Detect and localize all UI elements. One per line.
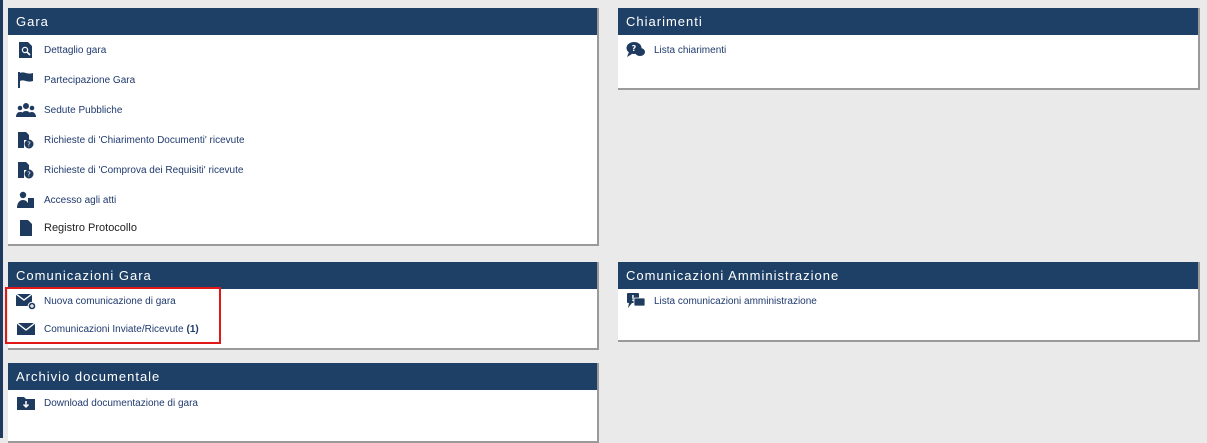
link-label: Partecipazione Gara (44, 74, 136, 86)
panel-gara: Gara Dettaglio gara Partecipazione Gara … (8, 8, 599, 246)
link-sedute-pubbliche[interactable]: Sedute Pubbliche (16, 99, 122, 121)
link-label: Lista chiarimenti (654, 44, 727, 56)
magnifier-document-icon (16, 40, 36, 60)
left-border (0, 0, 3, 438)
highlight-box (5, 287, 221, 344)
users-group-icon (16, 100, 36, 120)
svg-text:?: ? (632, 44, 637, 53)
svg-text:!: ! (631, 294, 635, 303)
link-label: Richieste di 'Comprova dei Requisiti' ri… (44, 164, 244, 176)
user-document-icon (16, 190, 36, 210)
panel-archivio-documentale-title: Archivio documentale (8, 363, 597, 390)
document-icon (16, 218, 36, 238)
link-richieste-chiarimento[interactable]: ? Richieste di 'Chiarimento Documenti' r… (16, 129, 245, 151)
flag-icon (16, 70, 36, 90)
link-dettaglio-gara[interactable]: Dettaglio gara (16, 39, 106, 61)
link-label: Accesso agli atti (44, 194, 117, 206)
link-richieste-comprova[interactable]: ? Richieste di 'Comprova dei Requisiti' … (16, 159, 243, 181)
link-registro-protocollo[interactable]: Registro Protocollo (16, 217, 137, 239)
info-chat-icon: ! (626, 291, 646, 311)
link-label: Lista comunicazioni amministrazione (654, 295, 817, 307)
link-label: Download documentazione di gara (44, 397, 198, 409)
panel-comunicazioni-amministrazione: Comunicazioni Amministrazione ! Lista co… (618, 262, 1200, 342)
link-label: Richieste di 'Chiarimento Documenti' ric… (44, 134, 245, 146)
link-label: Sedute Pubbliche (44, 104, 123, 116)
link-lista-comunicazioni-amministrazione[interactable]: ! Lista comunicazioni amministrazione (626, 290, 817, 312)
link-lista-chiarimenti[interactable]: ? Lista chiarimenti (626, 39, 726, 61)
panel-chiarimenti: Chiarimenti ? Lista chiarimenti (618, 8, 1200, 90)
link-label: Dettaglio gara (44, 44, 107, 56)
document-question-icon: ? (16, 160, 36, 180)
link-download-documentazione[interactable]: Download documentazione di gara (16, 392, 198, 414)
link-accesso-atti[interactable]: Accesso agli atti (16, 189, 116, 211)
panel-comunicazioni-gara-title: Comunicazioni Gara (8, 262, 597, 289)
panel-chiarimenti-title: Chiarimenti (618, 8, 1198, 35)
panel-comunicazioni-amministrazione-title: Comunicazioni Amministrazione (618, 262, 1198, 289)
svg-text:?: ? (27, 171, 31, 179)
panel-archivio-documentale: Archivio documentale Download documentaz… (8, 363, 599, 443)
folder-download-icon (16, 393, 36, 413)
link-label: Registro Protocollo (44, 222, 137, 234)
link-partecipazione-gara[interactable]: Partecipazione Gara (16, 69, 135, 91)
svg-text:?: ? (27, 141, 31, 149)
panel-gara-title: Gara (8, 8, 597, 35)
question-chat-icon: ? (626, 40, 646, 60)
document-question-icon: ? (16, 130, 36, 150)
